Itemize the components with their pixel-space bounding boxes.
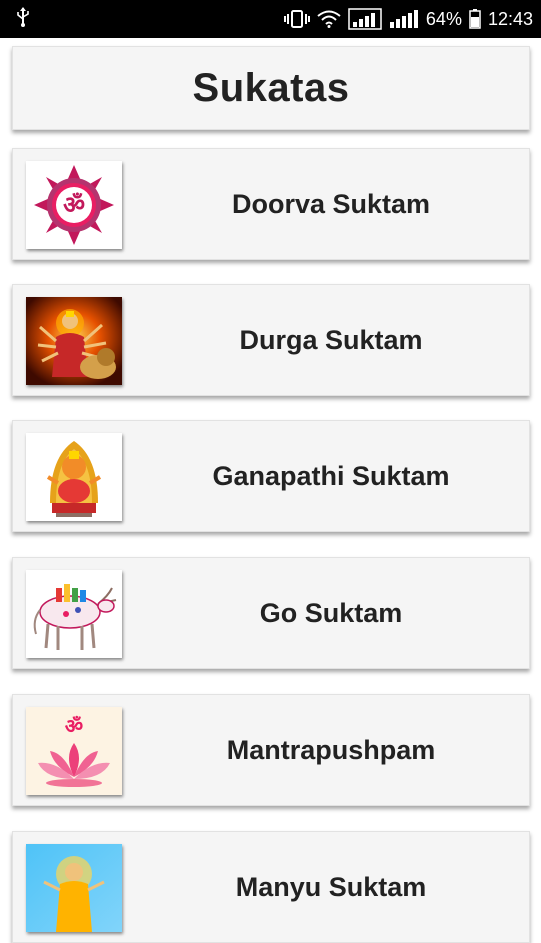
svg-text:ॐ: ॐ	[63, 191, 85, 219]
om-mandala-icon: ॐ	[26, 161, 122, 249]
item-label: Manyu Suktam	[235, 871, 427, 902]
status-bar: 64% 12:43	[0, 0, 541, 38]
item-label: Doorva Suktam	[231, 188, 431, 219]
clock: 12:43	[487, 8, 533, 29]
usb-icon	[16, 6, 30, 32]
page-title: Sukatas	[192, 65, 350, 110]
list-item-manyu-suktam[interactable]: Manyu Suktam	[12, 831, 530, 943]
battery-percent: 64%	[425, 8, 462, 29]
list-item-go-suktam[interactable]: Go Suktam	[12, 557, 530, 669]
list-item-mantrapushpam[interactable]: ॐ Mantrapushpam	[12, 694, 530, 806]
item-label: Go Suktam	[259, 597, 403, 628]
list-item-doorva-suktam[interactable]: ॐ Doorva Suktam	[12, 148, 530, 260]
ganesha-image	[26, 433, 122, 521]
signal-icon	[389, 8, 419, 30]
battery-icon	[469, 9, 481, 29]
vibrate-icon	[283, 10, 310, 28]
om-lotus-icon: ॐ	[26, 707, 122, 795]
cow-image	[26, 570, 122, 658]
list-item-durga-suktam[interactable]: Durga Suktam	[12, 284, 530, 396]
item-label: Ganapathi Suktam	[212, 460, 450, 491]
durga-image	[26, 297, 122, 385]
svg-text:ॐ: ॐ	[65, 714, 83, 738]
item-label: Mantrapushpam	[226, 734, 436, 765]
item-label: Durga Suktam	[239, 324, 423, 355]
deity-image	[26, 844, 122, 932]
list-item-ganapathi-suktam[interactable]: Ganapathi Suktam	[12, 420, 530, 532]
wifi-icon	[317, 10, 341, 28]
signal-icon	[348, 8, 382, 30]
header-card: Sukatas	[12, 46, 530, 130]
